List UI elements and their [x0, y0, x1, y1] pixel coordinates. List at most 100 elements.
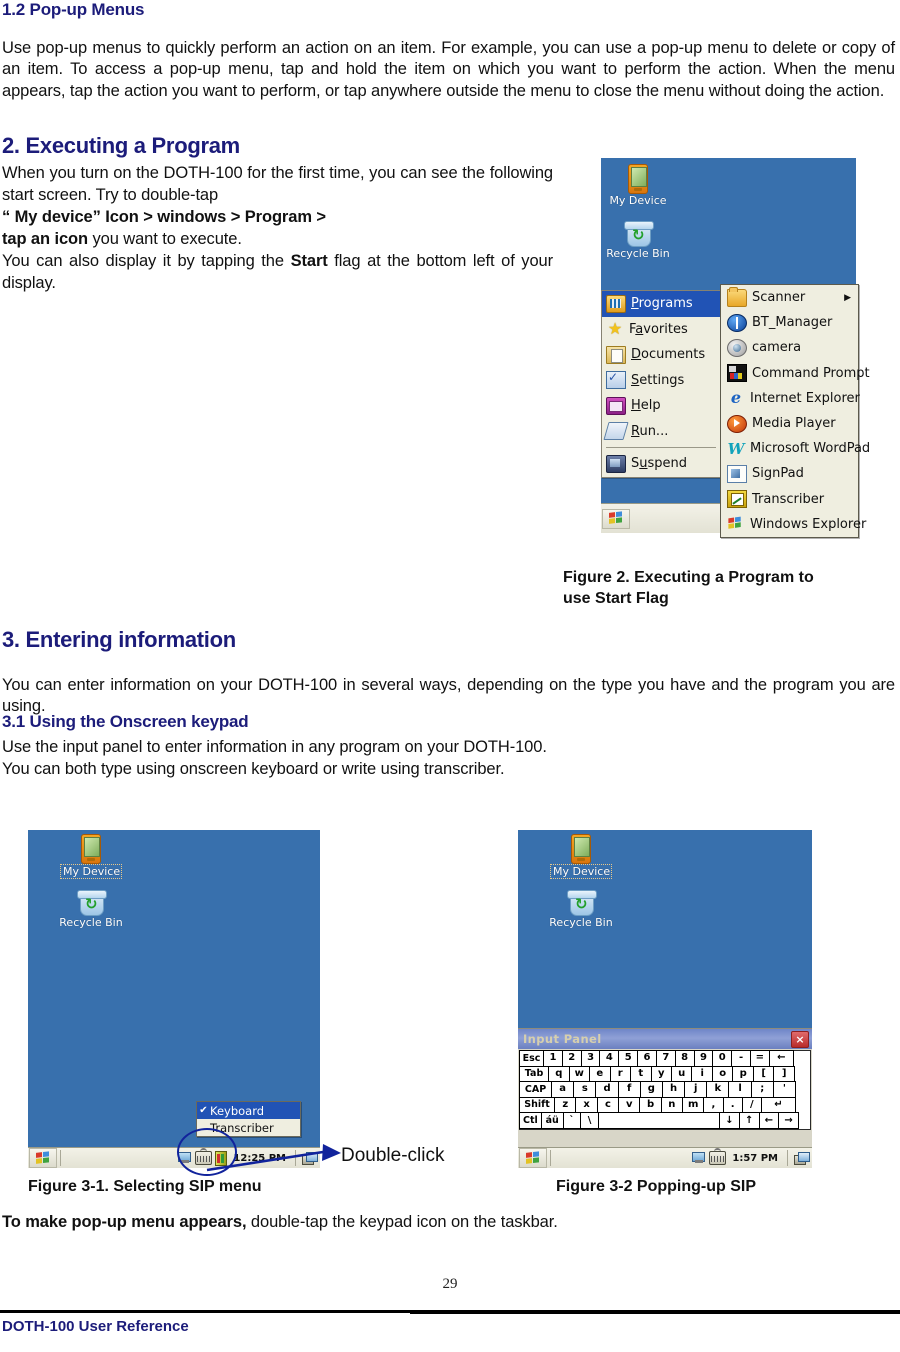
- key-sym[interactable]: ]: [773, 1065, 795, 1083]
- key-2[interactable]: 2: [561, 1050, 582, 1067]
- sip-menu-item-keyboard[interactable]: ✔ Keyboard: [197, 1102, 300, 1119]
- desktop-icon-my-device[interactable]: My Device: [607, 164, 669, 207]
- key-i[interactable]: i: [691, 1065, 713, 1083]
- key-c[interactable]: c: [596, 1096, 620, 1114]
- desktop-switch-icon[interactable]: [794, 1152, 810, 1165]
- key-y[interactable]: y: [650, 1065, 672, 1083]
- start-menu-item-run[interactable]: Run...: [602, 419, 722, 445]
- taskbar-divider: [550, 1150, 551, 1166]
- key-tab[interactable]: Tab: [519, 1065, 550, 1083]
- key-k[interactable]: k: [706, 1081, 730, 1098]
- key-w[interactable]: w: [568, 1065, 591, 1083]
- start-menu-item-favorites[interactable]: ★ Favorites: [602, 317, 722, 343]
- key-z[interactable]: z: [554, 1096, 577, 1114]
- key-sym[interactable]: ←: [758, 1112, 780, 1129]
- key-a[interactable]: a: [551, 1081, 575, 1098]
- key-5[interactable]: 5: [618, 1050, 639, 1067]
- submenu-item-signpad[interactable]: SignPad: [721, 461, 858, 486]
- keyboard-icon[interactable]: [709, 1148, 727, 1165]
- desktop-icon-recycle-bin[interactable]: ↻ Recycle Bin: [605, 221, 671, 260]
- programs-submenu[interactable]: Scanner ▶ BT_Manager camera Command Prom…: [720, 284, 871, 538]
- key-sym[interactable]: `: [562, 1112, 582, 1129]
- key-sym[interactable]: áü: [540, 1112, 564, 1129]
- start-button[interactable]: [29, 1148, 57, 1168]
- key-sym[interactable]: =: [749, 1050, 770, 1067]
- start-menu-item-programs[interactable]: Programs: [602, 291, 722, 317]
- windows-flag-icon: [608, 511, 624, 526]
- key-ctl[interactable]: Ctl: [519, 1112, 542, 1129]
- start-button[interactable]: [602, 508, 630, 529]
- start-menu[interactable]: Programs ★ Favorites Documents Settings …: [601, 290, 722, 478]
- key-sym[interactable]: .: [722, 1096, 743, 1114]
- onscreen-keyboard[interactable]: Esc 1 2 3 4 5 6 7 8 9 0- = ← Tab q w e r t y u i o p[] CAP a s d f g h…: [519, 1050, 811, 1130]
- key-6[interactable]: 6: [637, 1050, 657, 1067]
- key-9[interactable]: 9: [693, 1050, 714, 1067]
- signpad-icon: [727, 464, 747, 483]
- key-sym[interactable]: ,: [703, 1096, 724, 1114]
- wordpad-icon: W: [727, 439, 745, 458]
- key-t[interactable]: t: [630, 1065, 652, 1083]
- media-player-icon: [727, 414, 747, 433]
- key-8[interactable]: 8: [674, 1050, 695, 1067]
- key-sym[interactable]: ': [772, 1081, 796, 1098]
- desktop-icon-recycle-bin[interactable]: ↻ Recycle Bin: [58, 890, 124, 929]
- key-sym[interactable]: ↓: [719, 1112, 740, 1129]
- desktop-icon-my-device[interactable]: My Device: [550, 834, 612, 879]
- submenu-item-wordpad[interactable]: W Microsoft WordPad: [721, 436, 871, 461]
- key-r[interactable]: r: [609, 1065, 632, 1083]
- submenu-item-internet-explorer[interactable]: e Internet Explorer: [721, 386, 860, 411]
- submenu-item-command-prompt[interactable]: Command Prompt: [721, 361, 870, 386]
- start-menu-item-settings[interactable]: Settings: [602, 368, 722, 394]
- key-s[interactable]: s: [573, 1081, 597, 1098]
- key-4[interactable]: 4: [599, 1050, 620, 1067]
- key-sym[interactable]: ←: [768, 1050, 794, 1067]
- key-sym[interactable]: -: [731, 1050, 751, 1067]
- key-d[interactable]: d: [595, 1081, 619, 1098]
- key-7[interactable]: 7: [655, 1050, 676, 1067]
- key-v[interactable]: v: [618, 1096, 641, 1114]
- key-q[interactable]: q: [548, 1065, 570, 1083]
- start-menu-item-help[interactable]: Help: [602, 393, 722, 419]
- key-p[interactable]: p: [732, 1065, 754, 1083]
- key-sym[interactable]: ↑: [738, 1112, 760, 1129]
- submenu-item-windows-explorer[interactable]: Windows Explorer: [721, 512, 866, 537]
- key-sym[interactable]: →: [778, 1112, 799, 1129]
- key-shift[interactable]: Shift: [519, 1096, 556, 1114]
- start-menu-item-suspend[interactable]: Suspend: [602, 451, 722, 477]
- close-icon[interactable]: ×: [791, 1031, 809, 1048]
- desktop-icon-recycle-bin[interactable]: ↻ Recycle Bin: [548, 890, 614, 929]
- key-3[interactable]: 3: [580, 1050, 601, 1067]
- start-button[interactable]: [519, 1148, 547, 1168]
- submenu-item-media-player[interactable]: Media Player: [721, 411, 858, 436]
- key-sym[interactable]: \: [580, 1112, 599, 1129]
- key-b[interactable]: b: [639, 1096, 662, 1114]
- key-m[interactable]: m: [682, 1096, 705, 1114]
- key-sym[interactable]: ;: [750, 1081, 774, 1098]
- submenu-item-bt-manager[interactable]: BT_Manager: [721, 310, 858, 335]
- key-n[interactable]: n: [660, 1096, 683, 1114]
- submenu-item-transcriber[interactable]: Transcriber: [721, 487, 858, 512]
- taskbar-clock[interactable]: 1:57 PM: [729, 1153, 781, 1164]
- key-f[interactable]: f: [617, 1081, 641, 1098]
- key-cap[interactable]: CAP: [519, 1081, 553, 1098]
- key-g[interactable]: g: [639, 1081, 663, 1098]
- key-sym[interactable]: [: [752, 1065, 775, 1083]
- desktop-icon-my-device[interactable]: My Device: [60, 834, 122, 879]
- key-o[interactable]: o: [711, 1065, 734, 1083]
- start-menu-item-documents[interactable]: Documents: [602, 342, 722, 368]
- key-e[interactable]: e: [589, 1065, 611, 1083]
- submenu-item-scanner[interactable]: Scanner ▶: [721, 285, 858, 310]
- key-1[interactable]: 1: [543, 1050, 563, 1067]
- key-j[interactable]: j: [684, 1081, 708, 1098]
- key-u[interactable]: u: [670, 1065, 693, 1083]
- key-x[interactable]: x: [575, 1096, 598, 1114]
- network-icon[interactable]: [692, 1152, 706, 1164]
- key-sym[interactable]: ↵: [760, 1096, 796, 1114]
- key-esc[interactable]: Esc: [519, 1050, 545, 1067]
- key-0[interactable]: 0: [712, 1050, 733, 1067]
- key-h[interactable]: h: [661, 1081, 686, 1098]
- key-l[interactable]: l: [728, 1081, 752, 1098]
- key-space[interactable]: [597, 1112, 721, 1129]
- submenu-item-camera[interactable]: camera: [721, 335, 858, 360]
- key-sym[interactable]: /: [741, 1096, 762, 1114]
